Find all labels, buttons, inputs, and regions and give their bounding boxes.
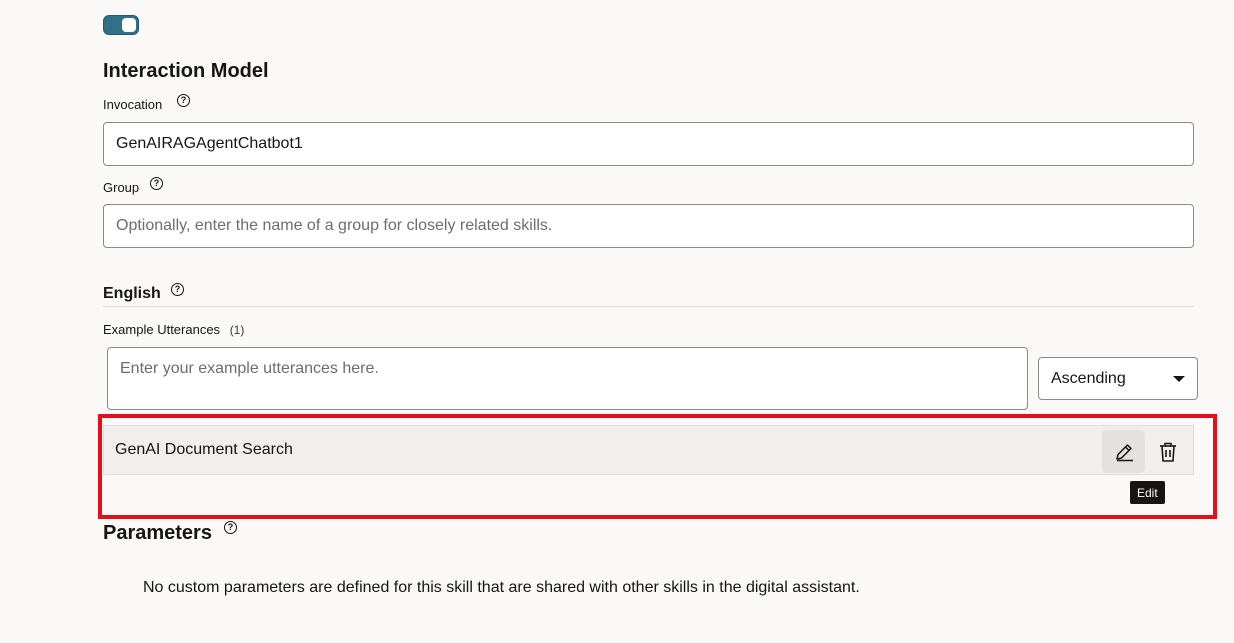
- interaction-model-heading: Interaction Model: [103, 60, 269, 82]
- utterance-count: (1): [229, 323, 245, 337]
- parameters-empty-message: No custom parameters are defined for thi…: [143, 579, 860, 596]
- group-input[interactable]: Optionally, enter the name of a group fo…: [103, 204, 1194, 248]
- enable-toggle[interactable]: [103, 15, 139, 35]
- caret-down-icon: [1173, 375, 1185, 382]
- invocation-label: Invocation: [103, 97, 163, 112]
- invocation-value: GenAIRAGAgentChatbot1: [116, 135, 303, 152]
- group-label: Group: [103, 180, 140, 195]
- utterance-input[interactable]: Enter your example utterances here.: [107, 347, 1028, 410]
- group-placeholder: Optionally, enter the name of a group fo…: [116, 217, 553, 234]
- english-help-icon[interactable]: ?: [171, 283, 184, 296]
- invocation-input[interactable]: GenAIRAGAgentChatbot1: [103, 122, 1194, 166]
- section-divider: [103, 306, 1194, 307]
- sort-order-select[interactable]: Ascending: [1038, 357, 1198, 400]
- sort-order-value: Ascending: [1051, 369, 1126, 387]
- english-heading: English: [103, 285, 161, 302]
- invocation-help-icon[interactable]: ?: [177, 94, 190, 107]
- highlight-box: [98, 414, 1217, 519]
- utterance-placeholder: Enter your example utterances here.: [120, 360, 379, 377]
- parameters-help-icon[interactable]: ?: [224, 521, 237, 534]
- example-utterances-label: Example Utterances (1): [103, 322, 244, 337]
- group-help-icon[interactable]: ?: [150, 177, 163, 190]
- example-utterances-text: Example Utterances: [103, 322, 221, 337]
- parameters-heading: Parameters: [103, 522, 212, 544]
- skill-settings-page: Interaction Model Invocation ? GenAIRAGA…: [0, 0, 1234, 643]
- toggle-knob: [122, 18, 136, 32]
